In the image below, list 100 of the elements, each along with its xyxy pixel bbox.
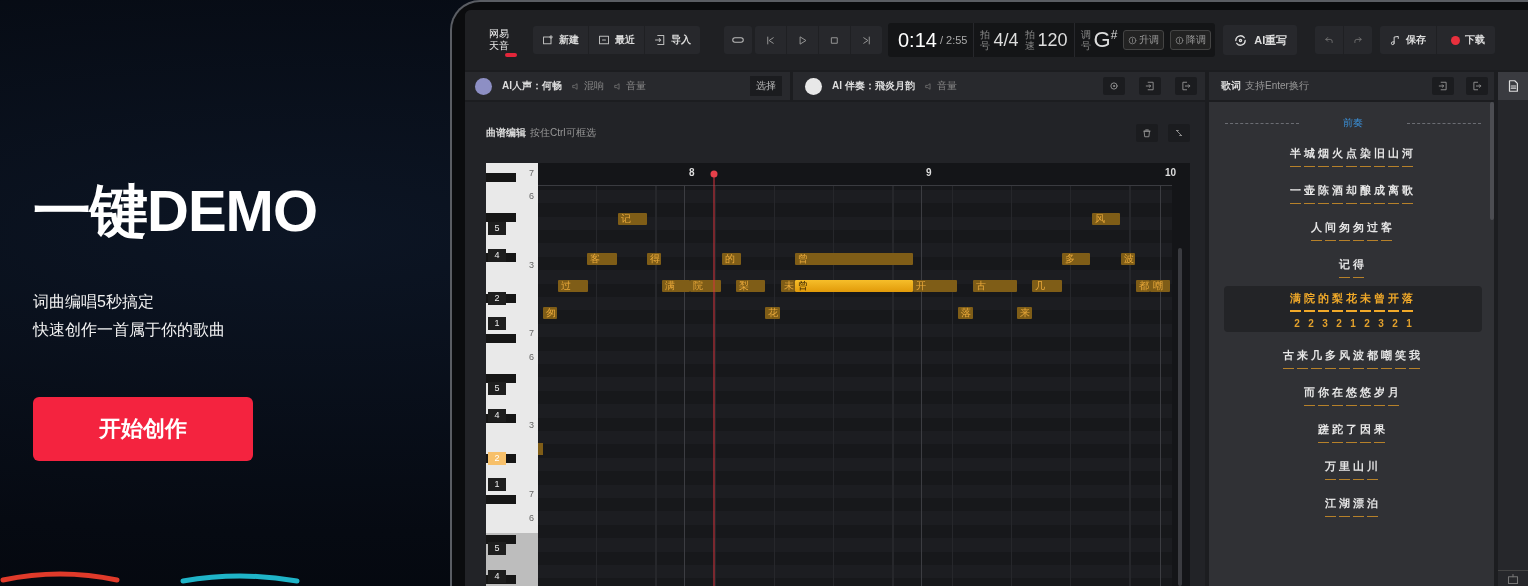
delete-button[interactable] [1136,123,1158,142]
keyboard-tab[interactable] [1498,570,1528,586]
field-label: 拍速 [1024,29,1035,51]
transpose-up-icon [1128,35,1138,45]
track-label: AI人声：何畅 [502,79,562,93]
note-block: 记 [618,213,647,225]
refresh-icon [1109,81,1119,91]
key-label: 6 [529,351,534,363]
download-button[interactable]: 下载 [1436,26,1496,54]
playhead-icon [710,170,718,586]
track-label: AI 伴奏：飛炎月韵 [832,79,915,93]
redo-icon [1353,35,1364,45]
key-label: 5 [488,382,506,395]
notation-number: 1 [1405,318,1413,329]
bar-number: 8 [689,167,695,178]
piano-key [486,333,516,343]
hero-title: 一键DEMO [33,178,318,245]
document-icon [1506,79,1520,93]
key-label: 7 [529,327,534,339]
import-icon [654,34,666,46]
skip-forward-icon [861,34,872,46]
lyrics-doc-tab[interactable] [1498,72,1528,100]
note-block: 院 [690,280,721,292]
note-block: 几 [1032,280,1062,292]
note-block: 过 [558,280,588,292]
avatar [475,77,492,95]
loop-button[interactable] [724,26,752,54]
export-button[interactable] [1175,77,1197,95]
effect-button[interactable]: 音量 [924,79,957,93]
note-block: 多 [1062,253,1090,265]
ai-rewrite-button[interactable]: AI重写 [1223,25,1298,55]
new-file-icon [542,34,554,46]
lyrics-hint: 支持Enter换行 [1245,79,1309,93]
loop-icon [732,34,744,46]
field-label: 调号 [1080,29,1091,51]
key-label: 4 [488,409,506,422]
notation-number: 2 [1363,318,1371,329]
export-button[interactable] [1466,77,1488,95]
toolbar-button[interactable]: 导入 [644,26,700,54]
notation-number: 2 [1293,318,1301,329]
trash-icon [1142,127,1152,138]
import-button[interactable] [1432,77,1454,95]
note-block: 客 [587,253,617,265]
key-label: 4 [488,570,506,583]
record-dot-icon [1451,35,1461,45]
hero-subtitle: 快速创作一首属于你的歌曲 [33,319,226,340]
beta-badge [505,53,517,57]
bar-number: 10 [1165,167,1177,178]
note-block: 古 [973,280,1017,292]
piano-key [486,173,516,182]
import-icon [1145,81,1155,91]
notation-number: 1 [1349,318,1357,329]
note-block: 开 [913,280,957,292]
note-block: 风 [1092,213,1120,225]
bar-number: 9 [926,167,932,178]
tempo-value: 120 [1037,29,1068,51]
note-block [538,443,543,455]
key-label: 7 [529,488,534,500]
effect-button[interactable]: 音量 [614,79,646,93]
save-button[interactable]: 保存 [1380,26,1437,54]
recent-icon [598,34,610,46]
current-time: 0:14 [898,28,937,52]
transpose-button[interactable]: 升调 [1123,30,1165,50]
transpose-down-icon [1175,35,1185,45]
key-label: 5 [488,542,506,555]
piano-key [486,213,516,223]
refresh-button[interactable] [1103,77,1125,95]
effect-button[interactable]: 混响 [572,79,604,93]
play-icon [797,34,808,46]
speaker-icon [924,81,934,91]
undo-icon [1324,35,1335,45]
hero-subtitle: 词曲编唱5秒搞定 [33,291,155,312]
app-logo: 网易 天音 [489,28,529,52]
import-button[interactable] [1139,77,1161,95]
transpose-button[interactable]: 降调 [1170,30,1212,50]
note-block: 曾 [795,280,913,292]
piano-key [486,494,516,504]
note-block: 梨 [736,280,765,292]
expand-button[interactable] [1168,123,1190,142]
start-create-button[interactable]: 开始创作 [33,396,253,461]
note-block: 花 [765,307,780,319]
key-label: 3 [529,419,534,431]
note-block: 的 [722,253,741,265]
select-button[interactable]: 选择 [750,76,782,96]
toolbar-button[interactable]: 新建 [533,26,588,54]
key-label: 4 [488,249,506,262]
avatar [805,77,822,95]
key-label: 6 [529,512,534,524]
key-value: G$^{#}$ [1093,27,1118,53]
toolbar-button[interactable]: 最近 [588,26,644,54]
editor-title: 曲谱编辑 [486,125,526,140]
notation-number: 2 [1391,318,1399,329]
piano-key [486,534,516,544]
lyrics-title: 歌词 [1221,79,1241,93]
export-icon [1181,81,1191,91]
key-label: 2 [488,292,506,305]
expand-icon [1174,127,1184,138]
skip-back-icon [765,34,776,46]
note-block: 波 [1121,253,1135,265]
note-block: 落 [958,307,973,319]
